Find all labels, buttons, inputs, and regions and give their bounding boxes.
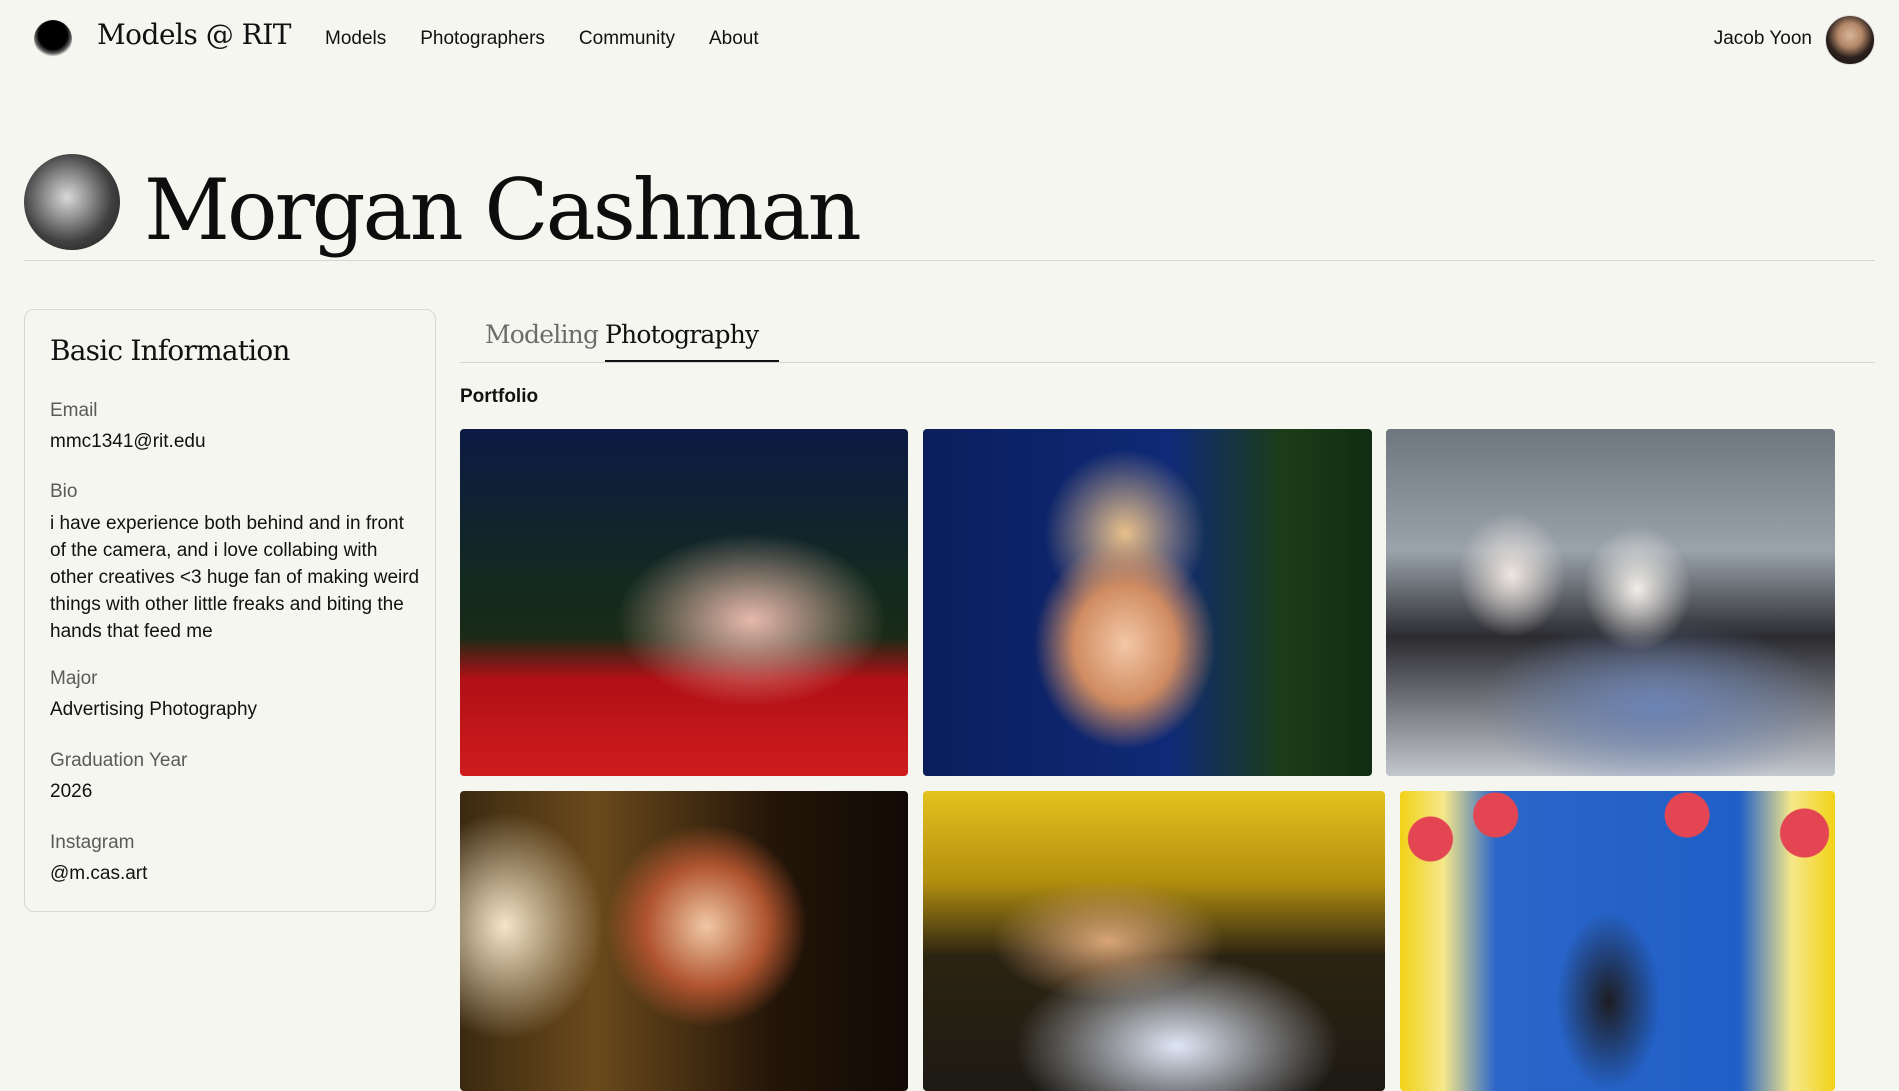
nav-links: Models Photographers Community About [325,28,759,50]
major-label: Major [50,668,98,689]
profile-avatar [24,154,120,250]
portfolio-photo[interactable] [1386,429,1835,776]
graduation-year-label: Graduation Year [50,750,188,771]
bio-value: i have experience both behind and in fro… [50,513,420,642]
top-nav: Models @ RIT Models Photographers Commun… [0,0,1899,80]
card-title: Basic Information [50,334,290,367]
instagram-value[interactable]: @m.cas.art [50,863,147,885]
instagram-label: Instagram [50,832,135,853]
nav-link-photographers[interactable]: Photographers [420,28,545,50]
basic-information-card: Basic Information Email mmc1341@rit.edu … [24,309,436,912]
bio-label: Bio [50,481,78,502]
major-value: Advertising Photography [50,699,258,720]
portfolio-photo[interactable] [1400,791,1835,1091]
active-tab-indicator [605,360,779,362]
brand-name[interactable]: Models @ RIT [97,18,291,51]
nav-link-community[interactable]: Community [579,28,675,50]
header-divider [24,260,1875,261]
user-name[interactable]: Jacob Yoon [1714,28,1812,50]
nav-link-about[interactable]: About [709,28,759,50]
portfolio-photo[interactable] [923,429,1372,776]
graduation-year-value: 2026 [50,781,93,802]
email-value: mmc1341@rit.edu [50,431,206,452]
tab-photography[interactable]: Photography [605,320,759,349]
tab-modeling[interactable]: Modeling [485,320,599,349]
email-label: Email [50,400,98,421]
portfolio-photo[interactable] [923,791,1385,1091]
portfolio-title: Portfolio [460,386,539,407]
nav-link-models[interactable]: Models [325,28,386,50]
portfolio-photo[interactable] [460,791,908,1091]
profile-tabs: Modeling Photography [460,312,1875,363]
logo-icon[interactable] [34,20,72,58]
profile-name: Morgan Cashman [144,161,862,259]
portfolio-photo[interactable] [460,429,908,776]
user-avatar[interactable] [1825,15,1875,65]
